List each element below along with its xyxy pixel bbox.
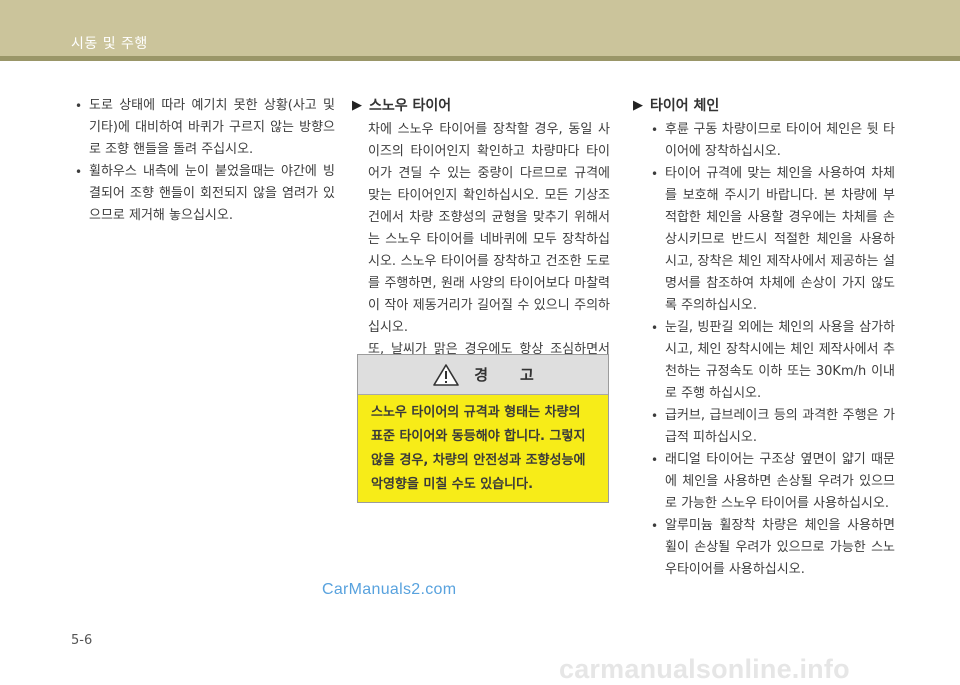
list-item: 타이어 규격에 맞는 체인을 사용하여 차체를 보호해 주시기 바랍니다. 본 … bbox=[649, 163, 895, 317]
list-item: 눈길, 빙판길 외에는 체인의 사용을 삼가하시고, 체인 장착시에는 체인 제… bbox=[649, 317, 895, 405]
list-item: 급커브, 급브레이크 등의 과격한 주행은 가급적 피하십시오. bbox=[649, 405, 895, 449]
warning-text: 스노우 타이어의 규격과 형태는 차량의 표준 타이어와 동등해야 합니다. 그… bbox=[371, 405, 586, 492]
list-item: 휠하우스 내측에 눈이 붙었을때는 야간에 빙결되어 조향 핸들이 회전되지 않… bbox=[73, 161, 335, 227]
list-item: 후륜 구동 차량이므로 타이어 체인은 뒷 타이어에 장착하십시오. bbox=[649, 119, 895, 163]
list-item: 도로 상태에 따라 예기치 못한 상황(사고 및 기타)에 대비하여 바퀴가 구… bbox=[73, 95, 335, 161]
triangle-right-icon: ▶ bbox=[633, 98, 643, 113]
header-title: 시동 및 주행 bbox=[71, 36, 148, 52]
page-number: 5-6 bbox=[71, 633, 93, 648]
triangle-right-icon: ▶ bbox=[352, 98, 362, 113]
list-item: 래디얼 타이어는 구조상 옆면이 얇기 때문에 체인을 사용하면 손상될 우려가… bbox=[649, 449, 895, 515]
watermark-link[interactable]: CarManuals2.com bbox=[322, 581, 456, 599]
tire-chain-list: 후륜 구동 차량이므로 타이어 체인은 뒷 타이어에 장착하십시오. 타이어 규… bbox=[633, 119, 895, 581]
warning-triangle-icon bbox=[433, 363, 459, 386]
snow-tire-heading: ▶ 스노우 타이어 bbox=[352, 95, 610, 117]
footer-watermark: carmanualsonline.info bbox=[559, 654, 850, 684]
tire-chain-heading-text: 타이어 체인 bbox=[650, 98, 720, 114]
column-left: 도로 상태에 따라 예기치 못한 상황(사고 및 기타)에 대비하여 바퀴가 구… bbox=[73, 95, 335, 227]
tire-chain-heading: ▶ 타이어 체인 bbox=[633, 95, 895, 117]
snow-tire-paragraph: 차에 스노우 타이어를 장착할 경우, 동일 사이즈의 타이어인지 확인하고 차… bbox=[368, 122, 610, 335]
page-header: 시동 및 주행 bbox=[0, 0, 960, 56]
header-rule bbox=[0, 56, 960, 61]
column-middle: ▶ 스노우 타이어 차에 스노우 타이어를 장착할 경우, 동일 사이즈의 타이… bbox=[352, 95, 610, 383]
snow-tire-heading-text: 스노우 타이어 bbox=[369, 98, 452, 114]
warning-header: 경고 bbox=[358, 355, 608, 395]
precaution-list: 도로 상태에 따라 예기치 못한 상황(사고 및 기타)에 대비하여 바퀴가 구… bbox=[73, 95, 335, 227]
warning-label: 경고 bbox=[474, 366, 566, 384]
list-item: 알루미늄 휠장착 차량은 체인을 사용하면 휠이 손상될 우려가 있으므로 가능… bbox=[649, 515, 895, 581]
column-right: ▶ 타이어 체인 후륜 구동 차량이므로 타이어 체인은 뒷 타이어에 장착하십… bbox=[633, 95, 895, 581]
warning-box: 경고 스노우 타이어의 규격과 형태는 차량의 표준 타이어와 동등해야 합니다… bbox=[357, 354, 609, 503]
